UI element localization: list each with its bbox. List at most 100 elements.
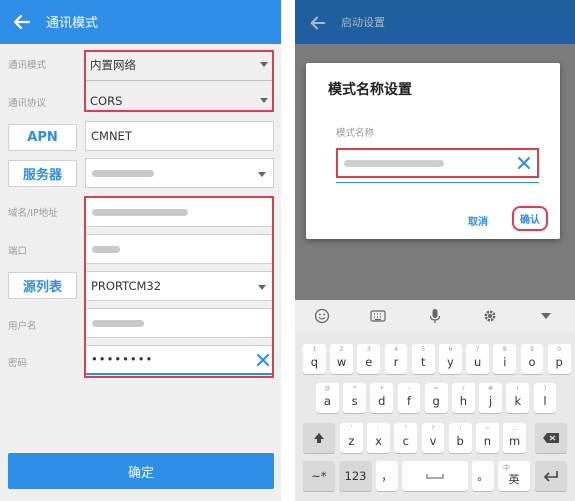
key-label: z	[348, 434, 355, 448]
key-n[interactable]: ~ n	[476, 423, 499, 453]
key-hint: *	[353, 385, 357, 392]
clear-icon[interactable]	[254, 351, 272, 369]
confirm-button[interactable]: 确定	[8, 453, 274, 489]
comm-mode-spinner[interactable]: 内置网络	[84, 50, 274, 80]
key-label: i	[503, 355, 507, 369]
backspace-key[interactable]	[535, 423, 567, 453]
key-o[interactable]: 9o	[520, 344, 544, 374]
backspace-icon	[543, 433, 559, 443]
enter-key[interactable]	[535, 461, 567, 491]
source-table-button[interactable]: 源列表	[8, 272, 77, 299]
server-button[interactable]: 服务器	[8, 160, 77, 187]
microphone-icon[interactable]	[426, 307, 444, 325]
key-g[interactable]: = g	[424, 383, 448, 413]
key-label: j	[488, 394, 493, 408]
key-hint: :	[377, 425, 380, 432]
apn-button[interactable]: APN	[8, 124, 77, 151]
cancel-button[interactable]: 取消	[468, 213, 488, 228]
key-hint: "	[404, 425, 408, 432]
key-hint: +	[379, 385, 385, 392]
username-input[interactable]	[85, 308, 274, 338]
key-hint: '	[350, 425, 353, 432]
key-r[interactable]: 4r	[384, 344, 408, 374]
key-hint: ~	[484, 425, 490, 432]
key-label: l	[543, 394, 547, 408]
ok-button[interactable]: 确认	[512, 206, 548, 231]
port-input[interactable]	[85, 234, 274, 264]
key-z[interactable]: ' z	[340, 423, 363, 453]
key-i[interactable]: 8i	[493, 344, 517, 374]
shift-key[interactable]	[303, 423, 335, 453]
key-d[interactable]: + d	[370, 383, 394, 413]
key-v[interactable]: ? v	[421, 423, 445, 453]
server-spinner[interactable]	[85, 158, 274, 188]
source-table-spinner[interactable]: PRORTCM32	[85, 271, 274, 301]
password-label: 密码	[8, 358, 28, 369]
key-p[interactable]: 0p	[547, 344, 571, 374]
key-hint: 6	[448, 346, 453, 353]
key-hint: )	[543, 385, 547, 392]
domain-ip-input[interactable]	[85, 197, 274, 227]
back-button[interactable]	[303, 8, 333, 38]
period-key[interactable]: 。	[472, 461, 494, 491]
key-label: m	[508, 434, 521, 448]
key-m[interactable]: … m	[503, 423, 526, 453]
comm-protocol-spinner[interactable]: CORS	[84, 86, 274, 114]
key-hint: …	[511, 425, 518, 432]
mode-name-screen: 启动设置 模式名称设置 模式名称 取消 确认 ~* 123 ， 。 中 英 1 …	[295, 0, 575, 501]
key-label: t	[420, 355, 426, 369]
key-k[interactable]: (k	[506, 383, 530, 413]
key-label: x	[375, 434, 382, 448]
comm-protocol-value: CORS	[90, 94, 123, 108]
key-w[interactable]: 2w	[330, 344, 353, 374]
key-label: g	[432, 394, 440, 408]
key-label: r	[393, 355, 399, 369]
key-u[interactable]: 7u	[466, 344, 489, 374]
comma-key[interactable]: ，	[376, 461, 398, 491]
key-label: h	[459, 394, 468, 408]
port-label: 端口	[8, 246, 28, 257]
space-key[interactable]	[402, 461, 468, 491]
arrow-left-icon	[310, 16, 326, 30]
chevron-down-icon[interactable]	[537, 307, 555, 325]
key-y[interactable]: 6y	[439, 344, 462, 374]
mode-name-input[interactable]	[336, 148, 539, 178]
numbers-key[interactable]: 123	[339, 461, 372, 491]
clear-icon[interactable]	[514, 153, 534, 173]
key-s[interactable]: * s	[343, 383, 366, 413]
key-j[interactable]: # j	[479, 383, 502, 413]
key-hint: 0	[557, 346, 562, 353]
keyboard-icon[interactable]	[369, 307, 387, 325]
comm-mode-screen: 通讯模式 通讯模式 内置网络 通讯协议 CORS APN CMNET 服务器 域…	[0, 0, 281, 501]
key-a[interactable]: @ a	[316, 383, 339, 413]
key-e[interactable]: 3e	[357, 344, 381, 374]
key-l[interactable]: ) l	[533, 383, 557, 413]
key-label: k	[514, 394, 522, 408]
blurred-value	[92, 170, 154, 177]
key-hint: /	[462, 385, 465, 392]
language-key[interactable]: 中 英	[498, 461, 530, 491]
caret-down-icon	[260, 98, 268, 103]
username-label: 用户名	[8, 321, 37, 332]
key-c[interactable]: " c	[394, 423, 418, 453]
key-label: o	[528, 355, 536, 369]
key-q[interactable]: 1q	[303, 344, 326, 374]
gear-icon[interactable]	[481, 307, 499, 325]
apn-input[interactable]: CMNET	[85, 121, 274, 151]
emoji-icon[interactable]	[313, 307, 331, 325]
symbols-key[interactable]: ~*	[303, 461, 335, 491]
key-h[interactable]: / h	[452, 383, 475, 413]
key-t[interactable]: 5t	[411, 344, 435, 374]
key-hint: 3	[366, 346, 371, 353]
key-hint: 9	[530, 346, 534, 353]
caret-down-icon	[258, 285, 266, 290]
language-key-label: 英	[508, 473, 520, 486]
key-f[interactable]: -f	[397, 383, 421, 413]
key-b[interactable]: ! b	[448, 423, 472, 453]
key-x[interactable]: :x	[367, 423, 390, 453]
back-button[interactable]	[6, 6, 38, 38]
key-hint: -	[407, 385, 411, 392]
page-title: 启动设置	[341, 16, 385, 29]
arrow-left-icon	[13, 14, 31, 30]
password-input[interactable]: ••••••••	[85, 345, 274, 375]
